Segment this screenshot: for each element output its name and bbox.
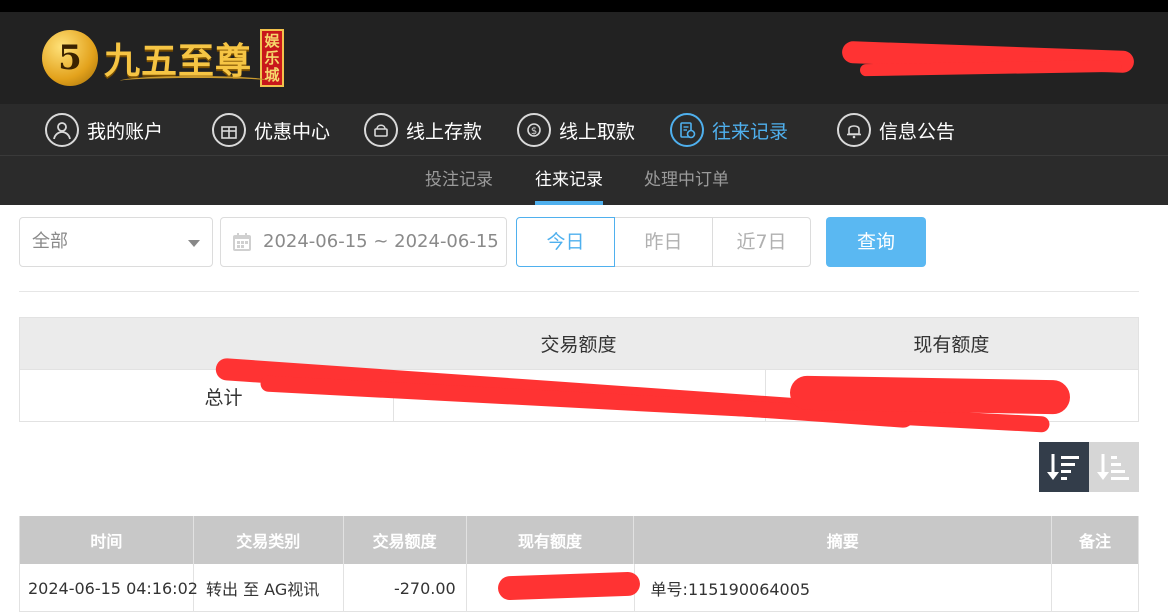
- logo-ornament: [120, 76, 270, 86]
- sort-descending-icon: [1047, 454, 1079, 480]
- nav-item-label: 我的账户: [87, 120, 164, 143]
- main-nav: 我的账户 优惠中心 线上存款 $ 线上取款 往来记录 信息公告: [0, 104, 1168, 156]
- cell-type: 转出 至 AG视讯: [194, 564, 344, 612]
- redaction-mark: [497, 571, 641, 601]
- nav-item-promotions[interactable]: 优惠中心: [212, 104, 330, 156]
- records-icon: [670, 113, 704, 147]
- user-icon: [45, 113, 79, 147]
- sort-ascending-icon: [1097, 454, 1129, 480]
- nav-item-label: 往来记录: [712, 120, 789, 143]
- last-7-days-button[interactable]: 近7日: [712, 217, 811, 267]
- nav-item-label: 线上取款: [559, 120, 636, 143]
- column-header-time[interactable]: 时间: [20, 516, 194, 564]
- nav-item-label: 优惠中心: [254, 120, 331, 143]
- nav-item-deposit[interactable]: 线上存款: [364, 104, 482, 156]
- tab-bet-records[interactable]: 投注记录: [425, 156, 493, 205]
- tab-transaction-records[interactable]: 往来记录: [535, 156, 603, 205]
- column-header-summary[interactable]: 摘要: [634, 516, 1053, 564]
- column-header-balance[interactable]: 现有额度: [467, 516, 635, 564]
- quick-range-group: 今日 昨日 近7日: [516, 217, 813, 267]
- summary-header-cell: [20, 318, 392, 369]
- date-range-value: 2024-06-15 ~ 2024-06-15: [263, 231, 499, 252]
- column-header-note[interactable]: 备注: [1052, 516, 1139, 564]
- sub-nav: 投注记录 往来记录 处理中订单: [0, 156, 1168, 205]
- records-header: 时间 交易类别 交易额度 现有额度 摘要 备注: [20, 516, 1139, 564]
- today-button[interactable]: 今日: [516, 217, 615, 267]
- cell-time: 2024-06-15 04:16:02: [20, 564, 198, 612]
- summary-header: 交易额度 现有额度: [20, 318, 1138, 369]
- cell-amount: -270.00: [344, 564, 467, 612]
- sort-ascending-button[interactable]: [1089, 442, 1139, 492]
- deposit-icon: [364, 113, 398, 147]
- calendar-icon: [233, 233, 251, 251]
- tab-pending-orders[interactable]: 处理中订单: [644, 156, 729, 205]
- gift-icon: [212, 113, 246, 147]
- bell-icon: [837, 113, 871, 147]
- withdraw-icon: $: [517, 113, 551, 147]
- summary-header-cell: 现有额度: [913, 334, 990, 356]
- redaction-mark: [789, 375, 1071, 415]
- top-strip: [0, 0, 1168, 12]
- nav-item-withdraw[interactable]: $ 线上取款: [517, 104, 635, 156]
- column-header-amount[interactable]: 交易额度: [344, 516, 467, 564]
- column-header-type[interactable]: 交易类别: [194, 516, 344, 564]
- query-button[interactable]: 查询: [826, 217, 926, 267]
- nav-item-account[interactable]: 我的账户: [45, 104, 163, 156]
- badge-char: 乐: [264, 48, 280, 67]
- summary-header-cell: 交易额度: [540, 334, 617, 356]
- nav-item-records[interactable]: 往来记录: [670, 104, 788, 156]
- site-header: 5 九五至尊 娱 乐 城: [0, 12, 1168, 104]
- badge-char: 娱: [264, 31, 280, 50]
- sort-descending-button[interactable]: [1039, 442, 1089, 492]
- transaction-type-select[interactable]: 全部: [19, 217, 213, 267]
- cell-note: [1052, 564, 1139, 612]
- nav-item-label: 线上存款: [406, 120, 483, 143]
- cell-summary: 单号:115190064005: [635, 564, 1053, 612]
- nav-item-announcements[interactable]: 信息公告: [837, 104, 955, 156]
- svg-text:$: $: [531, 126, 537, 137]
- yesterday-button[interactable]: 昨日: [614, 217, 713, 267]
- logo-emblem: 5: [42, 30, 98, 86]
- chevron-down-icon: [188, 240, 200, 247]
- select-value: 全部: [32, 231, 68, 252]
- nav-item-label: 信息公告: [879, 120, 956, 143]
- divider: [19, 291, 1139, 292]
- date-range-input[interactable]: 2024-06-15 ~ 2024-06-15: [220, 217, 507, 267]
